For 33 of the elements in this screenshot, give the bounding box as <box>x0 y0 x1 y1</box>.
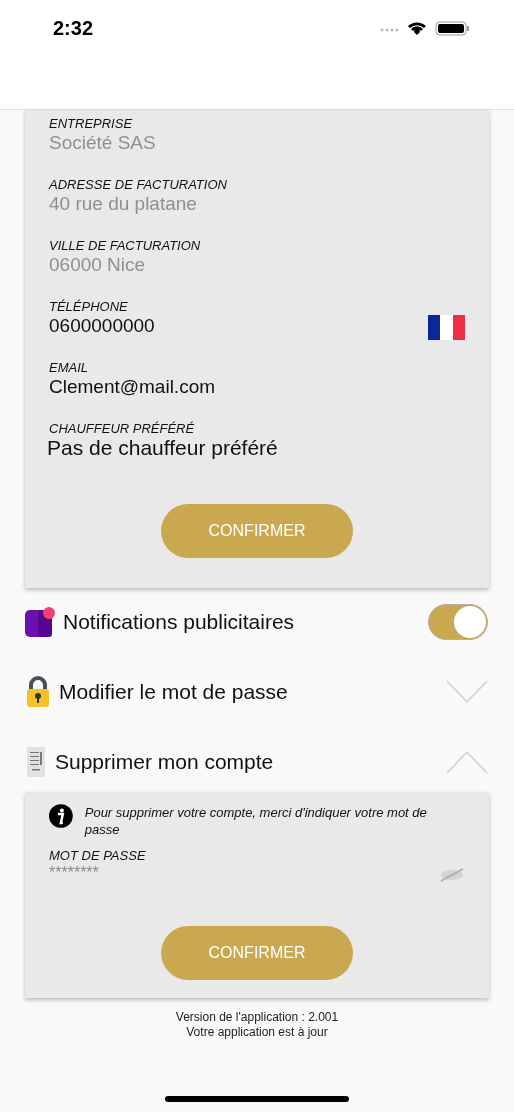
france-flag-icon <box>428 315 465 340</box>
padlock-icon <box>25 676 51 708</box>
field-label: ENTREPRISE <box>49 116 134 132</box>
notification-app-icon <box>25 607 55 637</box>
field-value: 06000 Nice <box>49 254 147 276</box>
field-value: 40 rue du platane <box>49 193 198 215</box>
field-label: CHAUFFEUR PRÉFÉRÉ <box>49 421 196 437</box>
setting-label: Modifier le mot de passe <box>59 680 288 704</box>
field-label: ADRESSE DE FACTURATION <box>49 177 227 193</box>
field-label: TÉLÉPHONE <box>49 299 129 315</box>
hidden-eye-icon[interactable] <box>439 868 465 882</box>
receipt-icon <box>25 747 47 777</box>
setting-label: Supprimer mon compte <box>55 750 274 774</box>
field-label: MOT DE PASSE <box>49 848 147 864</box>
toggle-switch[interactable] <box>428 604 488 640</box>
setting-label: Notifications publicitaires <box>63 610 295 634</box>
update-status-text: Votre application est à jour <box>186 1025 328 1040</box>
select-field[interactable]: Pas de chauffeur préféré <box>47 437 278 459</box>
chevron-up-icon[interactable] <box>446 750 488 774</box>
info-icon <box>49 804 73 828</box>
field-value[interactable]: Clement@mail.com <box>49 376 216 398</box>
chevron-down-icon[interactable] <box>446 680 488 704</box>
field-value: Société SAS <box>49 132 156 154</box>
signal-icon <box>380 28 399 32</box>
clock-time: 2:32 <box>53 16 94 40</box>
field-label: VILLE DE FACTURATION <box>49 238 201 254</box>
info-text: Pour supprimer votre compte, merci d'indiquer votre mot de passe <box>84 804 428 838</box>
wifi-icon <box>408 22 426 35</box>
battery-icon <box>435 21 469 36</box>
field-label: EMAIL <box>49 360 89 376</box>
field-value[interactable]: 0600000000 <box>49 315 155 337</box>
version-text: Version de l'application : 2.001 <box>175 1010 339 1025</box>
password-field[interactable]: ******** <box>49 864 249 882</box>
